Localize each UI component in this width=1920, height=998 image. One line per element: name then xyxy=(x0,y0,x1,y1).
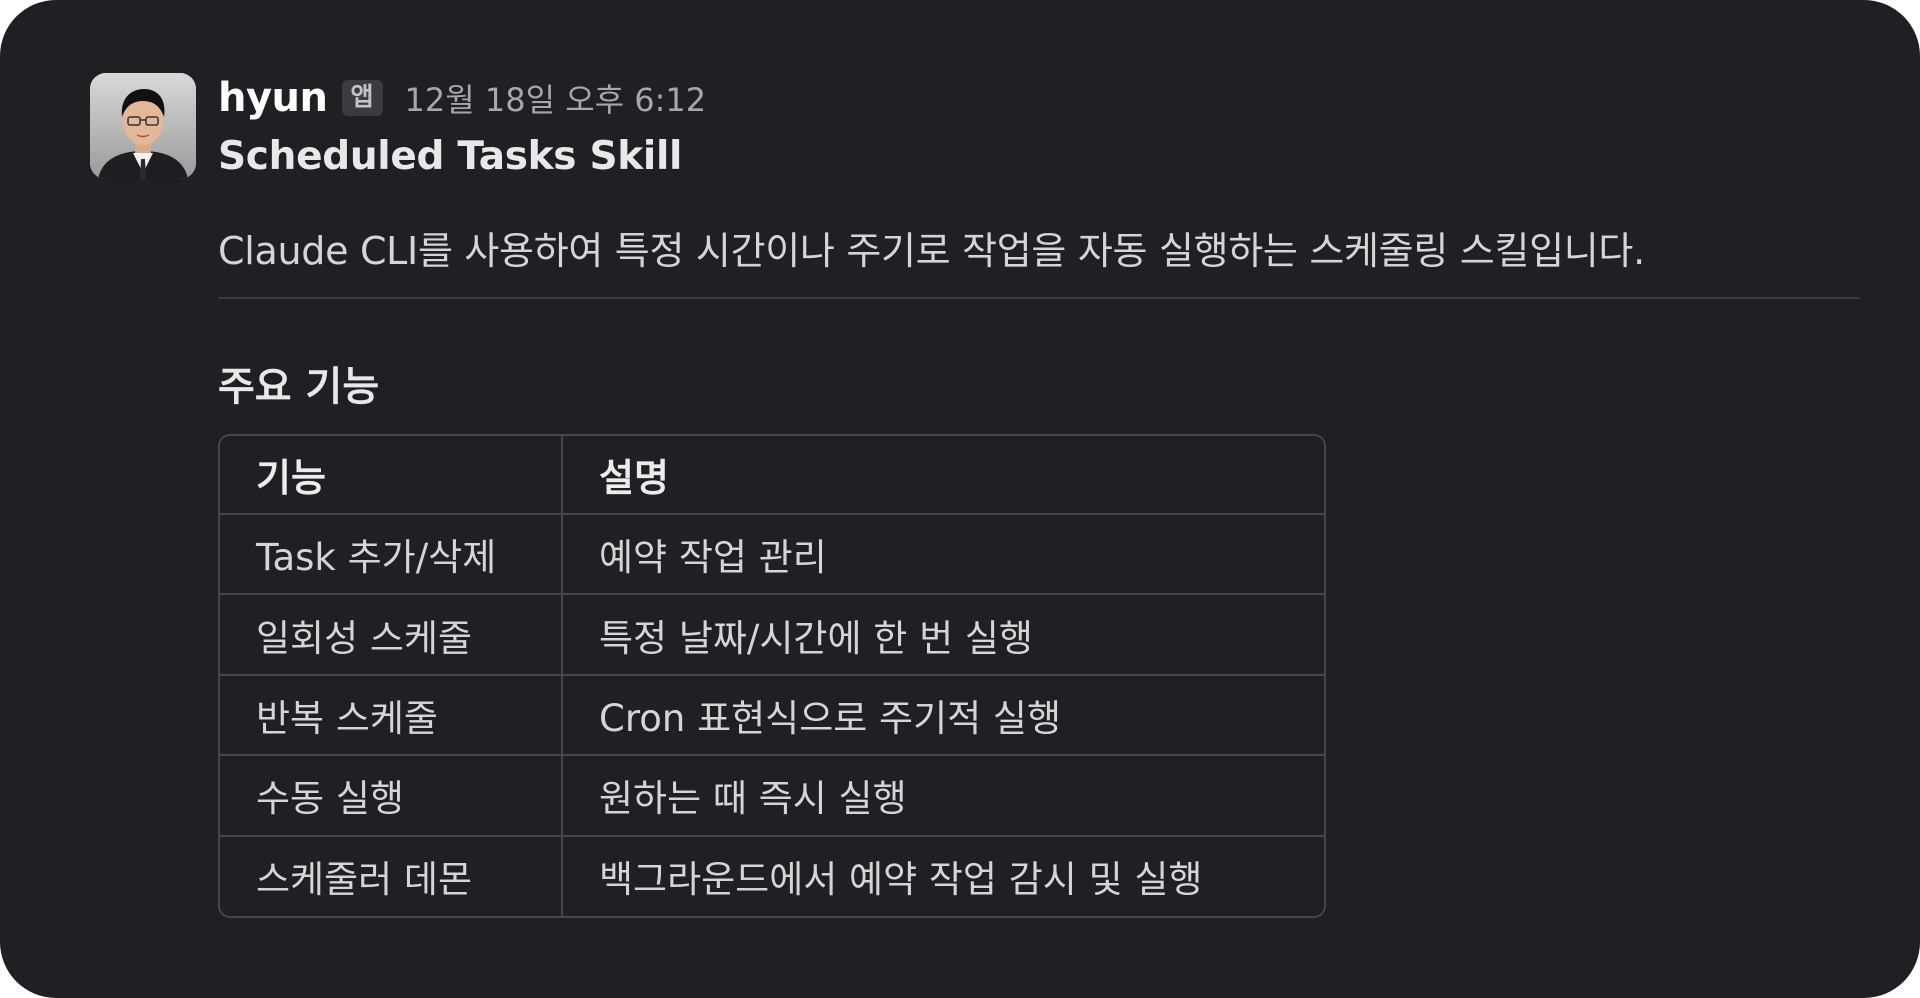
table-cell-feature: 일회성 스케줄 xyxy=(220,594,563,676)
features-table: 기능 설명 Task 추가/삭제 예약 작업 관리 일회성 스케줄 특정 날짜/… xyxy=(218,434,1326,918)
table-cell-description: 원하는 때 즉시 실행 xyxy=(562,755,1324,837)
table-cell-description: 예약 작업 관리 xyxy=(562,514,1324,596)
table-header-cell: 설명 xyxy=(562,436,1324,515)
table-row: Task 추가/삭제 예약 작업 관리 xyxy=(220,514,1324,596)
table-cell-feature: 수동 실행 xyxy=(220,755,563,837)
message-header: hyun 앱 12월 18일 오후 6:12 xyxy=(218,72,706,124)
table-cell-description: Cron 표현식으로 주기적 실행 xyxy=(562,674,1324,757)
message-card: hyun 앱 12월 18일 오후 6:12 Scheduled Tasks S… xyxy=(0,0,1920,998)
avatar[interactable] xyxy=(90,73,196,179)
avatar-photo-icon xyxy=(90,73,196,179)
table-cell-description: 특정 날짜/시간에 한 번 실행 xyxy=(562,594,1324,676)
table-header-cell: 기능 xyxy=(220,436,563,515)
table-row: 스케줄러 데몬 백그라운드에서 예약 작업 감시 및 실행 xyxy=(220,835,1324,916)
username[interactable]: hyun xyxy=(218,75,328,121)
table-row: 수동 실행 원하는 때 즉시 실행 xyxy=(220,755,1324,837)
table-cell-feature: 반복 스케줄 xyxy=(220,674,563,757)
section-heading: 주요 기능 xyxy=(218,364,380,410)
divider xyxy=(218,297,1860,299)
message-title: Scheduled Tasks Skill xyxy=(218,134,683,179)
app-badge: 앱 xyxy=(341,80,383,116)
message-description: Claude CLI를 사용하여 특정 시간이나 주기로 작업을 자동 실행하는… xyxy=(218,229,1645,273)
table-row: 반복 스케줄 Cron 표현식으로 주기적 실행 xyxy=(220,674,1324,757)
table-cell-feature: Task 추가/삭제 xyxy=(220,514,563,596)
table-header-row: 기능 설명 xyxy=(220,436,1324,515)
table-cell-description: 백그라운드에서 예약 작업 감시 및 실행 xyxy=(599,858,1203,902)
table-cell-feature: 스케줄러 데몬 xyxy=(220,835,563,916)
table-row: 일회성 스케줄 특정 날짜/시간에 한 번 실행 xyxy=(220,594,1324,676)
timestamp[interactable]: 12월 18일 오후 6:12 xyxy=(405,75,707,121)
